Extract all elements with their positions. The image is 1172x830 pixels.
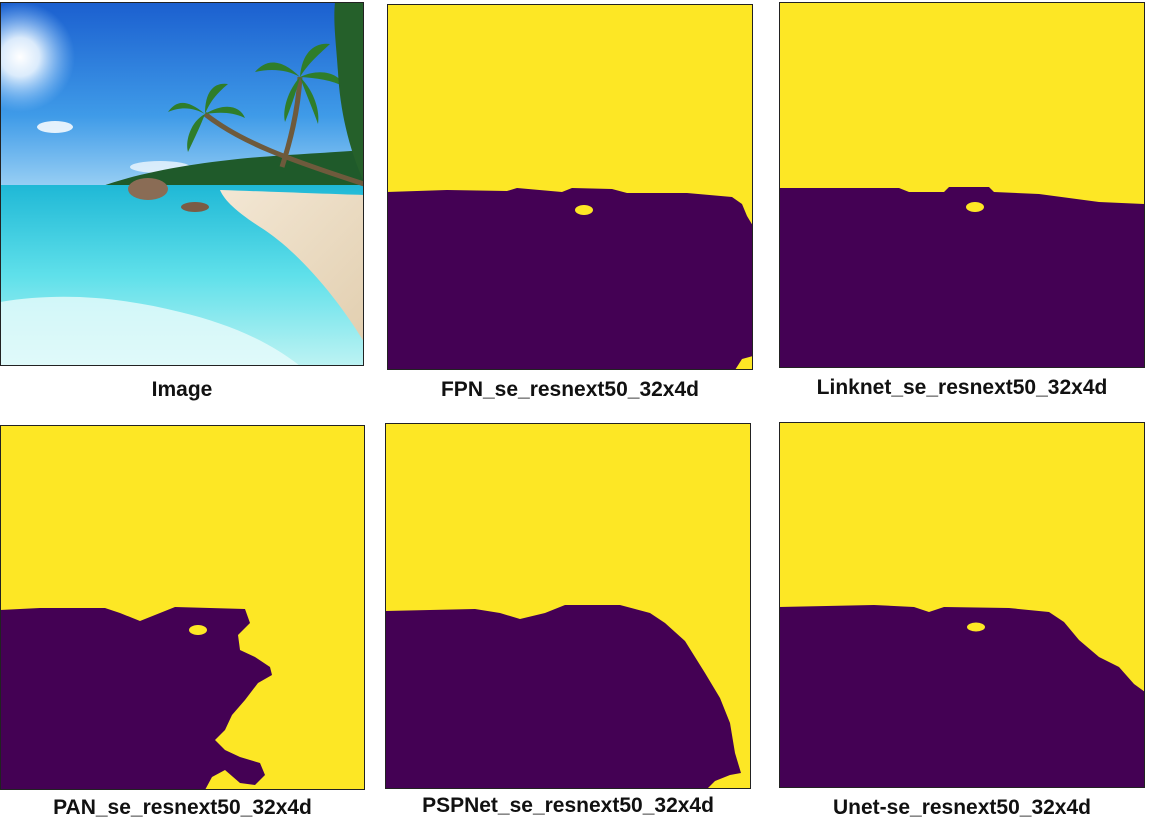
mask-pspnet — [385, 423, 751, 789]
caption-pan: PAN_se_resnext50_32x4d — [53, 796, 312, 819]
caption-image: Image — [151, 378, 213, 401]
mask-linknet — [779, 2, 1145, 368]
mask-unet — [779, 422, 1145, 788]
mask-foreground-region — [779, 187, 1145, 368]
caption-linknet: Linknet_se_resnext50_32x4d — [816, 376, 1108, 399]
mask-hole — [967, 622, 985, 632]
segmentation-mask-fpn — [387, 4, 753, 370]
mask-pan — [0, 425, 365, 790]
mask-hole — [575, 205, 593, 215]
segmentation-mask-pspnet — [385, 423, 751, 789]
mask-foreground-region — [0, 607, 272, 790]
segmentation-mask-unet — [779, 422, 1145, 788]
input-image — [0, 2, 364, 366]
beach-photo — [0, 2, 364, 366]
caption-fpn: FPN_se_resnext50_32x4d — [440, 378, 699, 401]
caption-unet: Unet-se_resnext50_32x4d — [833, 796, 1091, 819]
mask-foreground-region — [387, 188, 753, 370]
mask-hole — [189, 625, 207, 635]
segmentation-mask-pan — [0, 425, 365, 790]
mask-fpn — [387, 4, 753, 370]
caption-pspnet: PSPNet_se_resnext50_32x4d — [422, 794, 714, 817]
segmentation-mask-linknet — [779, 2, 1145, 368]
mask-hole — [966, 202, 984, 212]
